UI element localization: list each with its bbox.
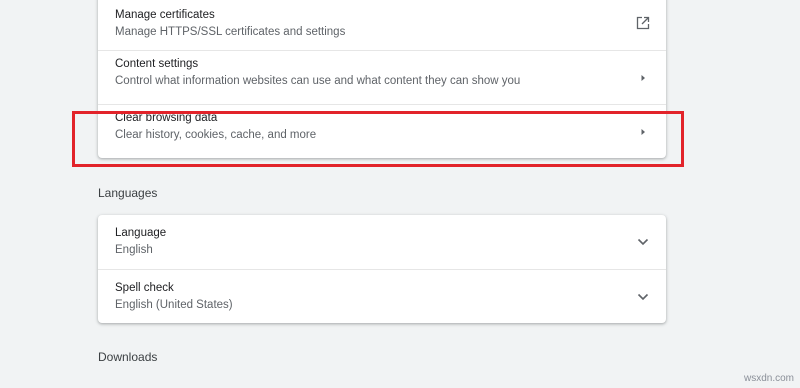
settings-page: Manage certificates Manage HTTPS/SSL cer… (0, 0, 800, 388)
privacy-settings-card: Manage certificates Manage HTTPS/SSL cer… (98, 0, 666, 158)
chevron-down-icon[interactable] (634, 288, 652, 306)
chevron-down-icon[interactable] (634, 233, 652, 251)
manage-certificates-row[interactable]: Manage certificates Manage HTTPS/SSL cer… (98, 0, 666, 48)
clear-browsing-data-subtitle: Clear history, cookies, cache, and more (115, 129, 317, 141)
manage-certificates-subtitle: Manage HTTPS/SSL certificates and settin… (115, 26, 346, 38)
spell-check-value: English (United States) (115, 299, 233, 311)
spell-check-title: Spell check (115, 282, 174, 294)
downloads-heading: Downloads (98, 350, 158, 364)
languages-card: Language English Spell check English (Un… (98, 215, 666, 323)
watermark-text: wsxdn.com (743, 373, 794, 384)
clear-browsing-data-title: Clear browsing data (115, 112, 218, 124)
chevron-right-icon[interactable] (634, 69, 652, 87)
content-settings-subtitle: Control what information websites can us… (115, 75, 521, 87)
clear-browsing-data-row[interactable]: Clear browsing data Clear history, cooki… (98, 104, 666, 158)
language-title: Language (115, 227, 167, 239)
content-settings-row[interactable]: Content settings Control what informatio… (98, 50, 666, 104)
chevron-right-icon[interactable] (634, 123, 652, 141)
content-settings-title: Content settings (115, 58, 199, 70)
manage-certificates-title: Manage certificates (115, 9, 215, 21)
spell-check-row[interactable]: Spell check English (United States) (98, 269, 666, 323)
language-row[interactable]: Language English (98, 215, 666, 269)
language-value: English (115, 244, 153, 256)
languages-heading: Languages (98, 186, 158, 200)
open-in-new-icon[interactable] (634, 14, 652, 32)
